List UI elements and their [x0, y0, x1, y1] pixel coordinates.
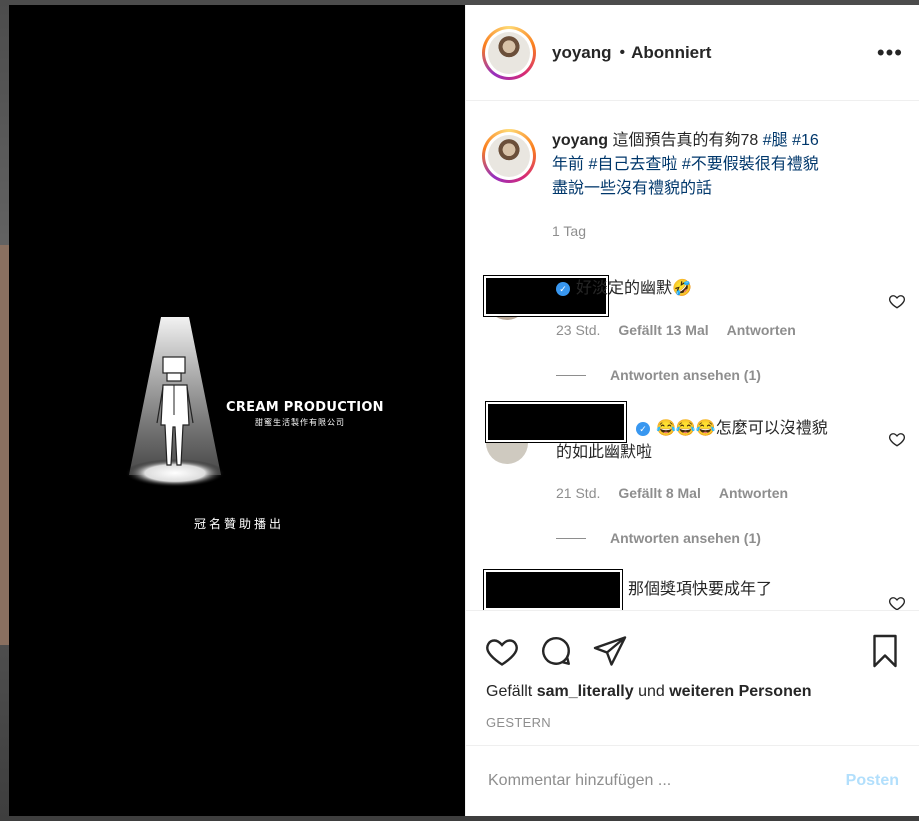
comment-icon[interactable] — [538, 633, 574, 669]
comment-timestamp[interactable]: 23 Std. — [556, 322, 600, 338]
add-comment-bar: Posten — [466, 745, 919, 816]
comment-input[interactable] — [486, 771, 846, 791]
comment-text: ✓ 好淡定的幽默🤣 — [556, 277, 846, 301]
comment-content: 好淡定的幽默🤣 — [576, 280, 692, 297]
comment-item: ✓ 好淡定的幽默🤣 23 Std. Gefällt 13 Mal Antworten … — [484, 272, 906, 383]
hashtag-link[interactable]: #16 — [788, 132, 819, 149]
background-post-edge — [0, 245, 9, 645]
author-avatar-image — [488, 31, 530, 74]
share-icon[interactable] — [592, 633, 628, 669]
author-username[interactable]: yoyang — [552, 43, 612, 63]
heart-icon[interactable] — [888, 292, 906, 310]
comment-text: ✓ 😂😂😂怎麼可以沒禮貌的如此幽默啦 — [556, 417, 836, 465]
post-date[interactable]: GESTERN — [486, 715, 551, 730]
post-comment-button[interactable]: Posten — [846, 772, 899, 790]
follow-status-button[interactable]: Abonniert — [631, 43, 711, 63]
caption-username[interactable]: yoyang — [552, 132, 608, 149]
more-horizontal-icon[interactable]: ••• — [877, 40, 903, 66]
comment-item: 那個獎項快要成年了 — [484, 570, 906, 610]
redacted-username — [484, 570, 622, 610]
view-replies-button[interactable]: Antworten ansehen (1) — [556, 530, 761, 546]
other-likers-link[interactable]: weiteren Personen — [669, 683, 811, 700]
hashtag-link[interactable]: #自己去查啦 — [584, 156, 677, 173]
video-logo-title: CREAM PRODUCTION — [226, 400, 384, 415]
bookmark-icon[interactable] — [867, 633, 903, 669]
reply-button[interactable]: Antworten — [719, 485, 788, 501]
spotlight-figure-illustration — [125, 317, 225, 487]
post-actions: Gefällt sam_literally und weiteren Perso… — [466, 610, 919, 745]
heart-icon[interactable] — [888, 430, 906, 448]
post-side-panel: yoyang • Abonniert ••• yoyang 這個預告真的有夠78… — [465, 5, 919, 816]
comment-meta: 23 Std. Gefällt 13 Mal Antworten — [556, 322, 814, 338]
heart-icon[interactable] — [484, 633, 520, 669]
post-video[interactable]: CREAM PRODUCTION 甜蜜生活製作有限公司 冠名贊助播出 — [9, 5, 465, 816]
likes-summary: Gefällt sam_literally und weiteren Perso… — [486, 683, 812, 700]
header-separator: • — [619, 43, 626, 61]
video-sponsor-text: 冠名贊助播出 — [194, 517, 285, 531]
hashtag-link[interactable]: #不要假裝很有禮貌 — [677, 156, 819, 173]
caption-avatar-image — [488, 135, 530, 177]
video-logo-subtitle: 甜蜜生活製作有限公司 — [255, 418, 345, 427]
verified-badge-icon: ✓ — [636, 421, 650, 436]
hashtag-link[interactable]: #腿 — [763, 132, 788, 149]
comment-content: 那個獎項快要成年了 — [628, 581, 773, 598]
author-avatar[interactable] — [482, 25, 536, 80]
comment-text: 那個獎項快要成年了 — [628, 578, 848, 602]
reply-button[interactable]: Antworten — [727, 322, 796, 338]
comment-likes-count[interactable]: Gefällt 13 Mal — [618, 322, 708, 338]
caption-line-3[interactable]: 盡說一些沒有禮貌的話 — [552, 180, 712, 197]
caption-timestamp[interactable]: 1 Tag — [552, 219, 872, 243]
comment-content: 😂😂😂怎麼可以沒禮貌的如此幽默啦 — [556, 420, 828, 461]
hashtag-link[interactable]: 年前 — [552, 156, 584, 173]
caption-body: 這個預告真的有夠78 — [608, 132, 763, 149]
view-replies-button[interactable]: Antworten ansehen (1) — [556, 367, 761, 383]
caption-text: yoyang 這個預告真的有夠78 #腿 #16 年前 #自己去查啦 #不要假裝很… — [552, 129, 872, 243]
comment-likes-count[interactable]: Gefällt 8 Mal — [618, 485, 700, 501]
comments-list[interactable]: yoyang 這個預告真的有夠78 #腿 #16 年前 #自己去查啦 #不要假裝很… — [466, 102, 919, 610]
post-modal: CREAM PRODUCTION 甜蜜生活製作有限公司 冠名贊助播出 yoyan… — [9, 5, 919, 816]
verified-badge-icon: ✓ — [556, 281, 570, 296]
view-replies-label: Antworten ansehen (1) — [610, 530, 761, 546]
liker-username[interactable]: sam_literally — [537, 683, 634, 700]
comment-timestamp[interactable]: 21 Std. — [556, 485, 600, 501]
comment-item: ✓ 😂😂😂怎麼可以沒禮貌的如此幽默啦 21 Std. Gefällt 8 Mal An… — [486, 402, 906, 552]
caption-avatar[interactable] — [482, 129, 536, 183]
post-header: yoyang • Abonniert ••• — [466, 5, 919, 101]
post-caption: yoyang 這個預告真的有夠78 #腿 #16 年前 #自己去查啦 #不要假裝很… — [482, 129, 872, 243]
comment-meta: 21 Std. Gefällt 8 Mal Antworten — [556, 485, 806, 501]
heart-icon[interactable] — [888, 594, 906, 610]
view-replies-label: Antworten ansehen (1) — [610, 367, 761, 383]
